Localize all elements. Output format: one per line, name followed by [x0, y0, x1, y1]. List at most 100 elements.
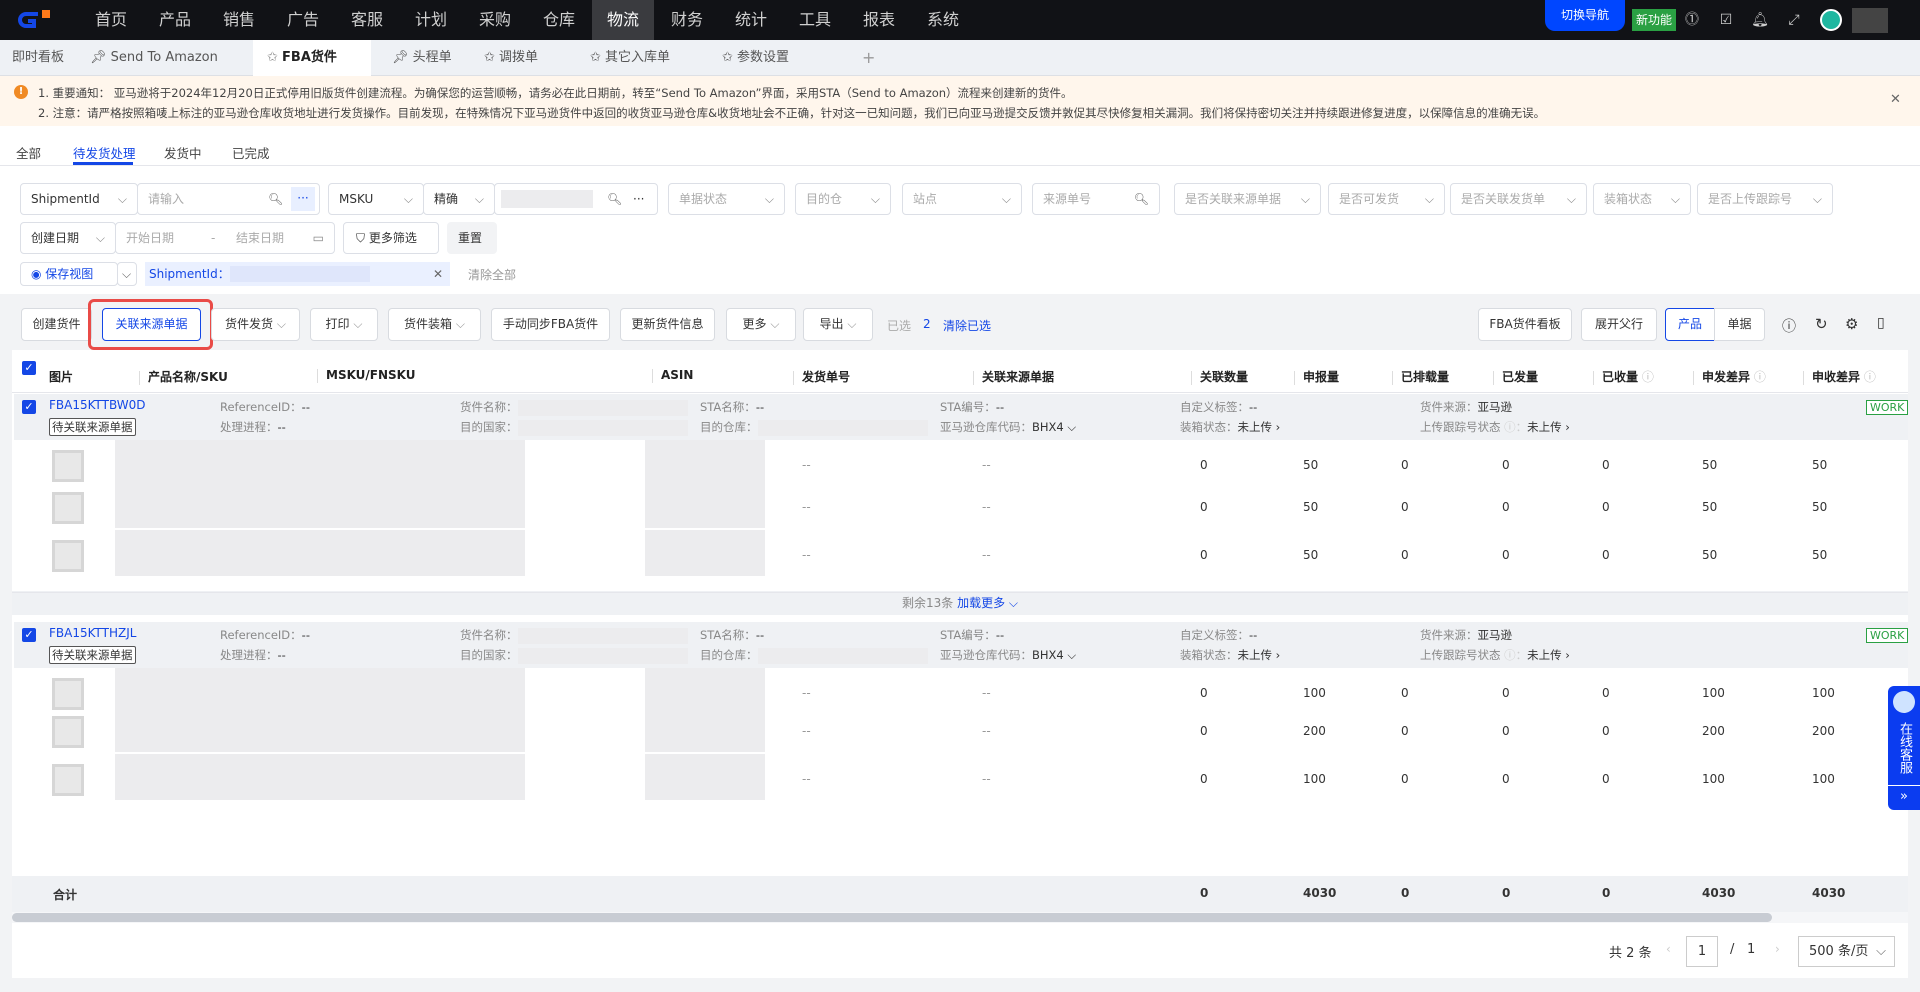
date-range-input[interactable]: 开始日期 - 结束日期 ▭	[115, 222, 335, 254]
more-filters-button[interactable]: ⛉ 更多筛选	[343, 222, 439, 254]
nav-item[interactable]: 财务	[656, 0, 718, 40]
nav-item[interactable]: 工具	[784, 0, 846, 40]
switch-nav-button[interactable]: 切换导航	[1545, 0, 1625, 31]
nav-item[interactable]: 报表	[848, 0, 910, 40]
new-feature-badge[interactable]: 新功能	[1632, 9, 1676, 31]
status-tab-pending[interactable]: 待发货处理	[73, 143, 136, 162]
shipment-id-link[interactable]: FBA15KTTBW0D	[49, 398, 146, 412]
help-icon[interactable]: ⓘ	[1638, 370, 1654, 384]
column-header[interactable]: 已发量	[1493, 368, 1538, 385]
close-icon[interactable]: ✕	[1890, 92, 1901, 107]
calendar-check-icon[interactable]: ☑	[1716, 10, 1736, 30]
nav-item[interactable]: 物流	[592, 0, 654, 40]
msku-search-input[interactable]: 🔍︎ ···	[494, 183, 658, 215]
match-mode-select[interactable]: 精确 ⌵	[423, 183, 495, 215]
linked-source-select[interactable]: 是否关联来源单据 ⌵	[1174, 183, 1321, 215]
close-icon[interactable]: ✕	[433, 262, 443, 286]
help-icon[interactable]: ⓘ	[1750, 370, 1766, 384]
fullscreen-icon[interactable]: ⤢	[1784, 10, 1804, 30]
page-input[interactable]: 1	[1686, 936, 1718, 967]
column-header[interactable]: 关联来源单据	[973, 368, 1054, 385]
shipment-search-input[interactable]: 请输入 🔍︎ ···	[137, 183, 320, 215]
msku-field-select[interactable]: MSKU ⌵	[328, 183, 424, 215]
tab-dashboard[interactable]: 即时看板	[12, 40, 64, 76]
view-doc-toggle[interactable]: 单据	[1714, 308, 1765, 341]
fba-board-button[interactable]: FBA货件看板	[1478, 308, 1572, 341]
nav-item[interactable]: 产品	[144, 0, 206, 40]
online-support-widget[interactable]: 在线客服 »	[1888, 686, 1920, 810]
prev-page-icon[interactable]: ‹	[1666, 942, 1671, 956]
column-header[interactable]: 已排载量	[1392, 368, 1449, 385]
select-all-checkbox[interactable]: ✓	[22, 361, 36, 375]
clear-selected-link[interactable]: 清除已选	[943, 317, 991, 334]
reset-button[interactable]: 重置	[447, 222, 497, 254]
tab-fba-shipment[interactable]: ✩ FBA货件	[253, 40, 371, 76]
packing-status-select[interactable]: 装箱状态 ⌵	[1593, 183, 1691, 215]
expand-parent-button[interactable]: 展开父行	[1581, 308, 1657, 341]
status-tab-shipping[interactable]: 发货中	[164, 143, 202, 162]
view-product-toggle[interactable]: 产品	[1665, 308, 1715, 341]
scrollbar-thumb[interactable]	[12, 913, 1772, 922]
more-dropdown[interactable]: 更多 ⌵	[726, 308, 796, 341]
book-icon[interactable]: ▯	[1877, 315, 1885, 331]
column-header[interactable]: 申发差异 ⓘ	[1693, 368, 1766, 385]
shipment-field-select[interactable]: ShipmentId ⌵	[20, 183, 138, 215]
date-field-select[interactable]: 创建日期 ⌵	[20, 222, 116, 254]
packing-dropdown[interactable]: 货件装箱 ⌵	[388, 308, 481, 341]
bell-icon[interactable]: 🔔︎	[1750, 10, 1770, 30]
nav-item[interactable]: 系统	[912, 0, 974, 40]
sync-icon[interactable]: ⓵	[1682, 10, 1702, 30]
tracking-select[interactable]: 是否上传跟踪号 ⌵	[1697, 183, 1833, 215]
source-no-input[interactable]: 来源单号 🔍︎	[1032, 183, 1160, 215]
print-dropdown[interactable]: 打印 ⌵	[310, 308, 378, 341]
column-header[interactable]: 申收差异 ⓘ	[1803, 368, 1876, 385]
create-shipment-button[interactable]: 创建货件	[21, 308, 92, 341]
help-icon[interactable]: ⓘ	[1860, 370, 1876, 384]
status-tab-done[interactable]: 已完成	[232, 143, 270, 162]
pending-link-badge[interactable]: 待关联来源单据	[49, 418, 136, 436]
tab-first-leg[interactable]: 📌︎ 头程单	[392, 40, 452, 76]
nav-item[interactable]: 客服	[336, 0, 398, 40]
clear-all-link[interactable]: 清除全部	[468, 266, 516, 283]
dest-wh-select[interactable]: 目的仓 ⌵	[795, 183, 891, 215]
shipment-id-link[interactable]: FBA15KTTHZJL	[49, 626, 136, 640]
nav-item[interactable]: 广告	[272, 0, 334, 40]
page-size-select[interactable]: 500 条/页 ⌵	[1798, 936, 1895, 967]
linked-ship-select[interactable]: 是否关联发货单 ⌵	[1450, 183, 1587, 215]
tab-transfer[interactable]: ✩ 调拨单	[484, 40, 538, 76]
column-header[interactable]: MSKU/FNSKU	[317, 368, 416, 383]
nav-item[interactable]: 计划	[400, 0, 462, 40]
pending-link-badge[interactable]: 待关联来源单据	[49, 646, 136, 664]
status-tab-all[interactable]: 全部	[16, 143, 41, 162]
row-checkbox[interactable]: ✓	[22, 400, 36, 414]
collapse-icon[interactable]: »	[1888, 785, 1920, 808]
column-header[interactable]: 申报量	[1294, 368, 1339, 385]
gear-icon[interactable]: ⚙	[1845, 315, 1858, 333]
nav-item[interactable]: 销售	[208, 0, 270, 40]
group-field-value[interactable]: BHX4	[1032, 420, 1064, 434]
tab-settings[interactable]: ✩ 参数设置	[722, 40, 789, 76]
nav-item[interactable]: 首页	[80, 0, 142, 40]
group-field-value[interactable]: 未上传	[1527, 420, 1562, 434]
export-dropdown[interactable]: 导出 ⌵	[803, 308, 873, 341]
update-info-button[interactable]: 更新货件信息	[620, 308, 715, 341]
site-select[interactable]: 站点 ⌵	[902, 183, 1022, 215]
column-header[interactable]: 产品名称/SKU	[139, 368, 228, 385]
sync-fba-button[interactable]: 手动同步FBA货件	[491, 308, 610, 341]
avatar[interactable]	[1820, 9, 1842, 31]
group-field-value[interactable]: 未上传	[1238, 420, 1273, 434]
ship-dropdown[interactable]: 货件发货 ⌵	[211, 308, 300, 341]
next-page-icon[interactable]: ›	[1775, 942, 1780, 956]
can-ship-select[interactable]: 是否可发货 ⌵	[1328, 183, 1445, 215]
tab-send-to-amazon[interactable]: 📌︎ Send To Amazon	[90, 40, 218, 76]
nav-item[interactable]: 采购	[464, 0, 526, 40]
column-header[interactable]: 关联数量	[1191, 368, 1248, 385]
refresh-icon[interactable]: ↻	[1815, 315, 1828, 333]
save-view-button[interactable]: ◉ 保存视图	[20, 262, 118, 286]
add-tab-button[interactable]: +	[862, 40, 875, 76]
group-field-value[interactable]: BHX4	[1032, 648, 1064, 662]
group-field-value[interactable]: 未上传	[1238, 648, 1273, 662]
column-header[interactable]: 发货单号	[793, 368, 850, 385]
load-more-link[interactable]: 加载更多	[957, 596, 1005, 610]
tab-other-inbound[interactable]: ✩ 其它入库单	[590, 40, 670, 76]
